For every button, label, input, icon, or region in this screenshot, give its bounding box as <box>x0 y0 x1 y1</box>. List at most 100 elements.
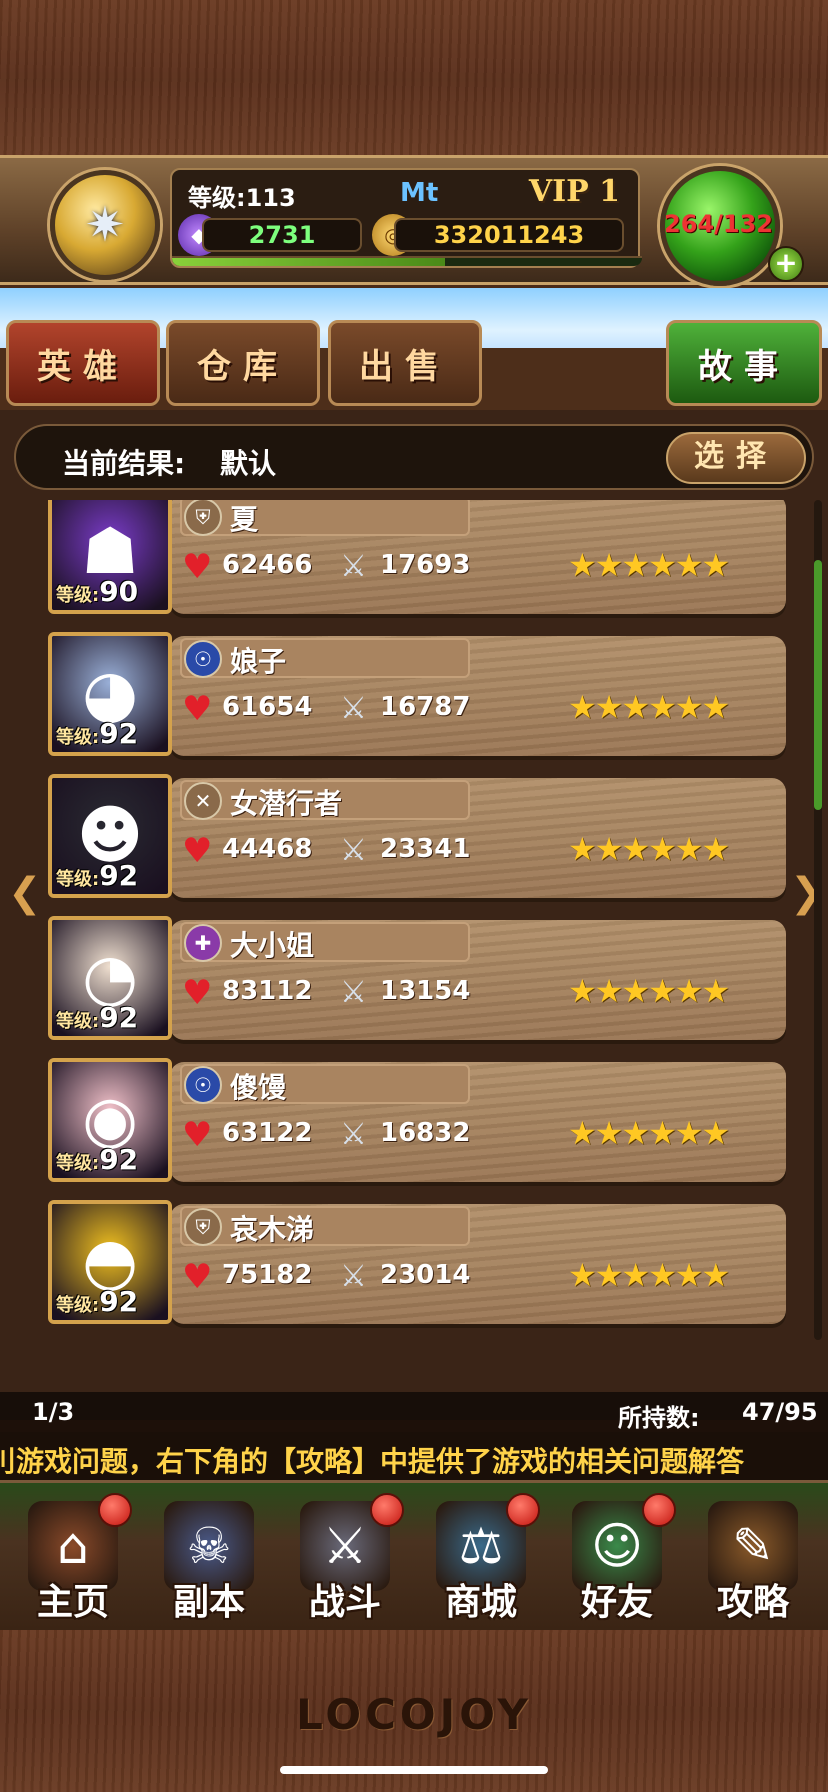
nav-item[interactable]: ☠ 副本 <box>144 1493 274 1633</box>
hero-name-plate <box>180 1206 470 1246</box>
owned-count: 47/95 <box>742 1398 818 1426</box>
nav-item[interactable]: ⌂ 主页 <box>8 1493 138 1633</box>
xp-fill <box>172 258 445 266</box>
hero-name: 哀木涕 <box>230 1213 315 1246</box>
notification-dot <box>642 1493 676 1527</box>
medal-icon[interactable]: ✷ <box>50 170 160 280</box>
owned-label: 所持数: <box>618 1404 700 1432</box>
hero-row[interactable]: ◔ 等级:92 ✚ 大小姐 ♥ 83112 ⚔ 13154 ★★★★★★ <box>40 916 800 1044</box>
hero-stars: ★★★★★★ <box>568 546 730 584</box>
top-wood-frame <box>0 0 828 160</box>
nav-label: 战斗 <box>308 1581 381 1623</box>
tab-story[interactable]: 故事 <box>666 320 822 406</box>
crossed-swords-icon: ⚔ <box>340 833 367 868</box>
prev-page-arrow-icon[interactable]: ❮ <box>8 870 42 916</box>
crossed-swords-icon: ⚔ <box>340 1259 367 1294</box>
hero-attack: 23341 <box>380 834 471 864</box>
nav-item[interactable]: ☺ 好友 <box>552 1493 682 1633</box>
page-bar: 1/3 所持数: 47/95 <box>0 1392 828 1432</box>
support-class-icon: ✚ <box>184 924 222 962</box>
tab-sell[interactable]: 出售 <box>328 320 482 406</box>
hero-level: 等级:92 <box>56 859 139 892</box>
heart-icon: ♥ <box>182 973 213 1013</box>
bottom-nav: ⌂ 主页 ☠ 副本 ⚔ 战斗 ⚖ 商城 ☺ 好友 ✎ 攻略 <box>0 1480 828 1630</box>
hero-hp: 61654 <box>222 692 313 722</box>
hero-stars: ★★★★★★ <box>568 688 730 726</box>
hero-level: 等级:90 <box>56 575 139 608</box>
hero-row[interactable]: ☻ 等级:92 ✕ 女潜行者 ♥ 44468 ⚔ 23341 ★★★★★★ <box>40 774 800 902</box>
hero-name-plate <box>180 1064 470 1104</box>
gold-count: 332011243 <box>394 218 624 252</box>
hero-attack: 16832 <box>380 1118 471 1148</box>
notification-dot <box>98 1493 132 1527</box>
hero-name: 女潜行者 <box>230 787 343 820</box>
hero-name: 大小姐 <box>230 929 315 962</box>
hero-level: 等级:92 <box>56 1143 139 1176</box>
mage-class-icon: ☉ <box>184 640 222 678</box>
hero-row[interactable]: ☗ 等级:90 ⛨ 夏 ♥ 62466 ⚔ 17693 ★★★★★★ <box>40 500 800 618</box>
crossed-swords-icon: ⚔ <box>340 1117 367 1152</box>
hero-level: 等级:92 <box>56 717 139 750</box>
hero-portrait[interactable]: ☗ 等级:90 <box>48 500 172 614</box>
ticker-text: 刂游戏问题，右下角的【攻略】中提供了游戏的相关问题解答 <box>0 1445 745 1478</box>
hero-portrait[interactable]: ☻ 等级:92 <box>48 774 172 898</box>
hero-attack: 16787 <box>380 692 471 722</box>
hero-list[interactable]: ☗ 等级:90 ⛨ 夏 ♥ 62466 ⚔ 17693 ★★★★★★ ◕ 等级:… <box>40 500 800 1340</box>
hero-row[interactable]: ◕ 等级:92 ☉ 娘子 ♥ 61654 ⚔ 16787 ★★★★★★ <box>40 632 800 760</box>
hero-level: 等级:92 <box>56 1285 139 1318</box>
player-info-panel: 等级:113 Mt VIP 1 ◆ 2731 ◎ 332011243 <box>170 168 642 268</box>
tab-bar: 英雄 仓库 出售 故事 <box>0 318 828 410</box>
tab-warehouse[interactable]: 仓库 <box>166 320 320 406</box>
nav-label: 攻略 <box>716 1581 789 1623</box>
nav-label: 主页 <box>36 1581 109 1623</box>
hero-level: 等级:92 <box>56 1001 139 1034</box>
heart-icon: ♥ <box>182 831 213 871</box>
player-name: Mt <box>400 178 439 208</box>
hero-portrait[interactable]: ◕ 等级:92 <box>48 632 172 756</box>
brand-logo: LOCOJOY <box>296 1690 532 1739</box>
tab-heroes[interactable]: 英雄 <box>6 320 160 406</box>
hero-portrait[interactable]: ◓ 等级:92 <box>48 1200 172 1324</box>
hero-stars: ★★★★★★ <box>568 1256 730 1294</box>
hero-portrait[interactable]: ◉ 等级:92 <box>48 1058 172 1182</box>
nav-label: 副本 <box>172 1581 245 1623</box>
heart-icon: ♥ <box>182 547 213 587</box>
xp-bar <box>172 256 642 266</box>
hero-row[interactable]: ◓ 等级:92 ⛨ 哀木涕 ♥ 75182 ⚔ 23014 ★★★★★★ <box>40 1200 800 1328</box>
vip-badge[interactable]: VIP 1 <box>529 174 620 209</box>
hero-name-plate <box>180 638 470 678</box>
crossed-swords-icon: ⚔ <box>340 691 367 726</box>
hero-portrait[interactable]: ◔ 等级:92 <box>48 916 172 1040</box>
filter-label: 当前结果: <box>62 447 186 480</box>
hero-stars: ★★★★★★ <box>568 830 730 868</box>
hero-hp: 75182 <box>222 1260 313 1290</box>
nav-item[interactable]: ✎ 攻略 <box>688 1493 818 1633</box>
hero-name: 傻馒 <box>230 1071 287 1104</box>
mage-class-icon: ☉ <box>184 1066 222 1104</box>
filter-bar: 当前结果: 默认 选择 <box>14 424 814 490</box>
add-energy-button[interactable]: + <box>768 246 804 282</box>
nav-item[interactable]: ⚖ 商城 <box>416 1493 546 1633</box>
scrollbar-thumb[interactable] <box>814 560 822 810</box>
notification-dot <box>506 1493 540 1527</box>
news-ticker: 刂游戏问题，右下角的【攻略】中提供了游戏的相关问题解答 <box>0 1432 828 1480</box>
select-filter-button[interactable]: 选择 <box>666 432 806 484</box>
hero-row[interactable]: ◉ 等级:92 ☉ 傻馒 ♥ 63122 ⚔ 16832 ★★★★★★ <box>40 1058 800 1186</box>
scrollbar[interactable] <box>814 500 822 1340</box>
hero-name: 娘子 <box>230 645 287 678</box>
shield-class-icon: ⛨ <box>184 1208 222 1246</box>
hero-hp: 44468 <box>222 834 313 864</box>
hero-hp: 62466 <box>222 550 313 580</box>
hero-stars: ★★★★★★ <box>568 1114 730 1152</box>
heart-icon: ♥ <box>182 1115 213 1155</box>
player-header: ✷ 等级:113 Mt VIP 1 ◆ 2731 ◎ 332011243 264… <box>0 155 828 286</box>
hero-hp: 83112 <box>222 976 313 1006</box>
heart-icon: ♥ <box>182 1257 213 1297</box>
nav-item[interactable]: ⚔ 战斗 <box>280 1493 410 1633</box>
filter-value: 默认 <box>220 447 277 480</box>
gem-count: 2731 <box>202 218 362 252</box>
hero-list-panel: 当前结果: 默认 选择 ❮ ❯ ☗ 等级:90 ⛨ 夏 ♥ 62466 ⚔ 17… <box>0 410 828 1420</box>
hero-attack: 13154 <box>380 976 471 1006</box>
crossed-swords-icon: ⚔ <box>340 549 367 584</box>
hero-hp: 63122 <box>222 1118 313 1148</box>
